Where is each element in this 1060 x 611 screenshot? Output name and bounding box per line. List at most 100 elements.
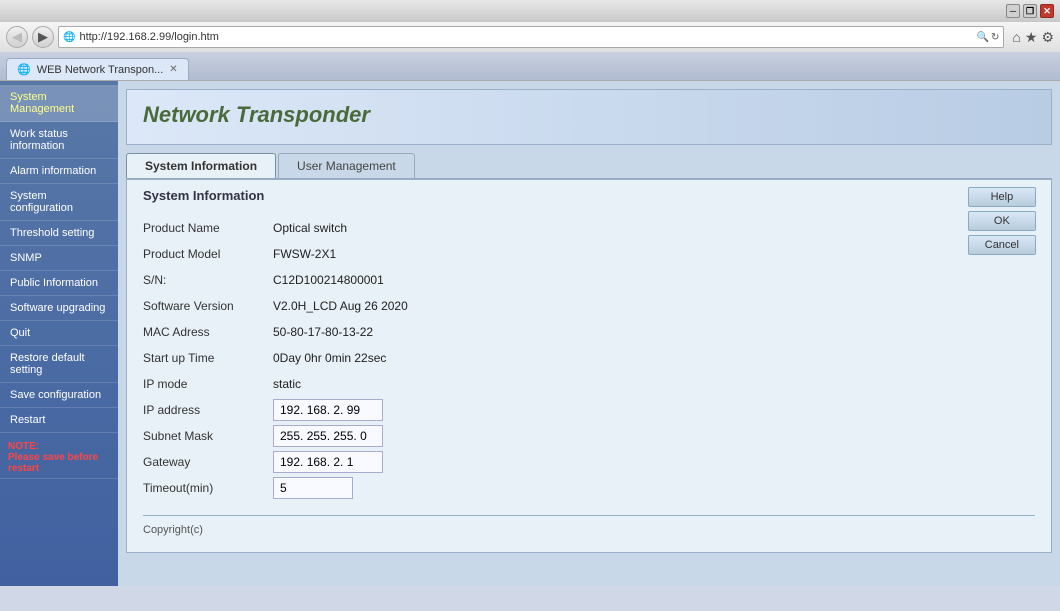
value-mac-address: 50-80-17-80-13-22 xyxy=(273,325,373,339)
tab-user-mgmt-label: User Management xyxy=(297,159,396,173)
close-button[interactable]: ✕ xyxy=(1040,4,1054,18)
field-timeout: Timeout(min) xyxy=(143,477,1035,499)
app-header: Network Transponder xyxy=(126,89,1052,145)
value-startup-time: 0Day 0hr 0min 22sec xyxy=(273,351,386,365)
browser-tab-bar: 🌐 WEB Network Transpon... ✕ xyxy=(0,52,1060,80)
field-mac-address: MAC Adress 50-80-17-80-13-22 xyxy=(143,321,1035,343)
address-lock-icon: 🌐 xyxy=(63,32,75,43)
button-group: Help OK Cancel xyxy=(968,187,1036,255)
field-gateway: Gateway xyxy=(143,451,1035,473)
input-gateway[interactable] xyxy=(273,451,383,473)
sidebar-label-alarm-information: Alarm information xyxy=(10,165,96,177)
sidebar-item-threshold-setting[interactable]: Threshold setting xyxy=(0,221,118,246)
cancel-button[interactable]: Cancel xyxy=(968,235,1036,255)
label-product-model: Product Model xyxy=(143,247,273,261)
input-subnet-mask[interactable] xyxy=(273,425,383,447)
label-ip-address: IP address xyxy=(143,403,273,417)
copyright-text: Copyright(c) xyxy=(143,524,1035,536)
ok-button[interactable]: OK xyxy=(968,211,1036,231)
tab-user-management[interactable]: User Management xyxy=(278,153,415,178)
nav-bar: ◀ ▶ 🌐 http://192.168.2.99/login.htm 🔍 ↻ … xyxy=(0,22,1060,52)
forward-button[interactable]: ▶ xyxy=(32,26,54,48)
sidebar-item-work-status[interactable]: Work status information xyxy=(0,122,118,159)
browser-tab[interactable]: 🌐 WEB Network Transpon... ✕ xyxy=(6,58,189,80)
sidebar-label-restore-default: Restore default setting xyxy=(10,352,85,376)
info-panel-wrapper: System Information Help OK Cancel Produc… xyxy=(126,179,1052,553)
info-panel: System Information Help OK Cancel Produc… xyxy=(126,179,1052,553)
title-bar: ─ ❐ ✕ xyxy=(0,0,1060,22)
field-startup-time: Start up Time 0Day 0hr 0min 22sec xyxy=(143,347,1035,369)
sidebar-item-system-management[interactable]: System Management xyxy=(0,85,118,122)
value-product-model: FWSW-2X1 xyxy=(273,247,336,261)
help-button[interactable]: Help xyxy=(968,187,1036,207)
field-software-version: Software Version V2.0H_LCD Aug 26 2020 xyxy=(143,295,1035,317)
sidebar-label-restart: Restart xyxy=(10,414,45,426)
label-sn: S/N: xyxy=(143,273,273,287)
address-search-icon[interactable]: 🔍 xyxy=(977,32,989,43)
tab-system-info-label: System Information xyxy=(145,159,257,173)
label-product-name: Product Name xyxy=(143,221,273,235)
sidebar-label-work-status: Work status information xyxy=(10,128,68,152)
sidebar-item-quit[interactable]: Quit xyxy=(0,321,118,346)
back-button[interactable]: ◀ xyxy=(6,26,28,48)
sidebar-item-restore-default[interactable]: Restore default setting xyxy=(0,346,118,383)
sidebar-item-save-configuration[interactable]: Save configuration xyxy=(0,383,118,408)
label-subnet-mask: Subnet Mask xyxy=(143,429,273,443)
main-layout: System Management Work status informatio… xyxy=(0,81,1060,586)
sidebar-item-software-upgrading[interactable]: Software upgrading xyxy=(0,296,118,321)
value-ip-mode: static xyxy=(273,377,301,391)
browser-tab-label: WEB Network Transpon... xyxy=(37,64,164,76)
input-timeout[interactable] xyxy=(273,477,353,499)
browser-tab-close[interactable]: ✕ xyxy=(169,64,177,75)
sidebar-label-threshold-setting: Threshold setting xyxy=(10,227,94,239)
app-title: Network Transponder xyxy=(143,102,1035,128)
sidebar-label-quit: Quit xyxy=(10,327,30,339)
sidebar-label-system-management: System Management xyxy=(10,91,74,115)
sidebar-item-alarm-information[interactable]: Alarm information xyxy=(0,159,118,184)
label-timeout: Timeout(min) xyxy=(143,481,273,495)
address-actions: 🔍 ↻ xyxy=(977,32,1000,43)
input-ip-address[interactable] xyxy=(273,399,383,421)
sidebar-item-public-information[interactable]: Public Information xyxy=(0,271,118,296)
address-refresh-icon[interactable]: ↻ xyxy=(991,32,999,43)
settings-button[interactable]: ⚙ xyxy=(1041,29,1054,46)
note-label: NOTE: xyxy=(8,441,110,452)
restore-button[interactable]: ❐ xyxy=(1023,4,1037,18)
label-gateway: Gateway xyxy=(143,455,273,469)
favorites-button[interactable]: ★ xyxy=(1025,29,1038,46)
value-sn: C12D100214800001 xyxy=(273,273,384,287)
sidebar-item-snmp[interactable]: SNMP xyxy=(0,246,118,271)
address-text: http://192.168.2.99/login.htm xyxy=(79,31,972,43)
field-ip-mode: IP mode static xyxy=(143,373,1035,395)
panel-title: System Information xyxy=(143,188,1035,207)
label-ip-mode: IP mode xyxy=(143,377,273,391)
sidebar-label-system-configuration: System configuration xyxy=(10,190,73,214)
value-product-name: Optical switch xyxy=(273,221,347,235)
panel-divider xyxy=(143,515,1035,516)
sidebar-label-save-configuration: Save configuration xyxy=(10,389,101,401)
browser-tab-icon: 🌐 xyxy=(17,63,31,76)
sidebar-label-software-upgrading: Software upgrading xyxy=(10,302,105,314)
label-mac-address: MAC Adress xyxy=(143,325,273,339)
home-button[interactable]: ⌂ xyxy=(1012,29,1020,45)
title-bar-buttons: ─ ❐ ✕ xyxy=(1006,4,1054,18)
sidebar: System Management Work status informatio… xyxy=(0,81,118,586)
sidebar-item-restart[interactable]: Restart xyxy=(0,408,118,433)
content-area: Network Transponder System Information U… xyxy=(118,81,1060,586)
address-bar: 🌐 http://192.168.2.99/login.htm 🔍 ↻ xyxy=(58,26,1004,48)
label-software-version: Software Version xyxy=(143,299,273,313)
field-ip-address: IP address xyxy=(143,399,1035,421)
field-subnet-mask: Subnet Mask xyxy=(143,425,1035,447)
sidebar-note: NOTE: Please save before restart xyxy=(0,433,118,479)
sidebar-label-public-information: Public Information xyxy=(10,277,98,289)
field-sn: S/N: C12D100214800001 xyxy=(143,269,1035,291)
label-startup-time: Start up Time xyxy=(143,351,273,365)
value-software-version: V2.0H_LCD Aug 26 2020 xyxy=(273,299,408,313)
tab-system-information[interactable]: System Information xyxy=(126,153,276,178)
minimize-button[interactable]: ─ xyxy=(1006,4,1020,18)
sidebar-item-system-configuration[interactable]: System configuration xyxy=(0,184,118,221)
sidebar-label-snmp: SNMP xyxy=(10,252,42,264)
note-text: Please save before restart xyxy=(8,452,110,474)
page-tabs: System Information User Management xyxy=(126,153,1052,179)
field-product-name: Product Name Optical switch xyxy=(143,217,1035,239)
